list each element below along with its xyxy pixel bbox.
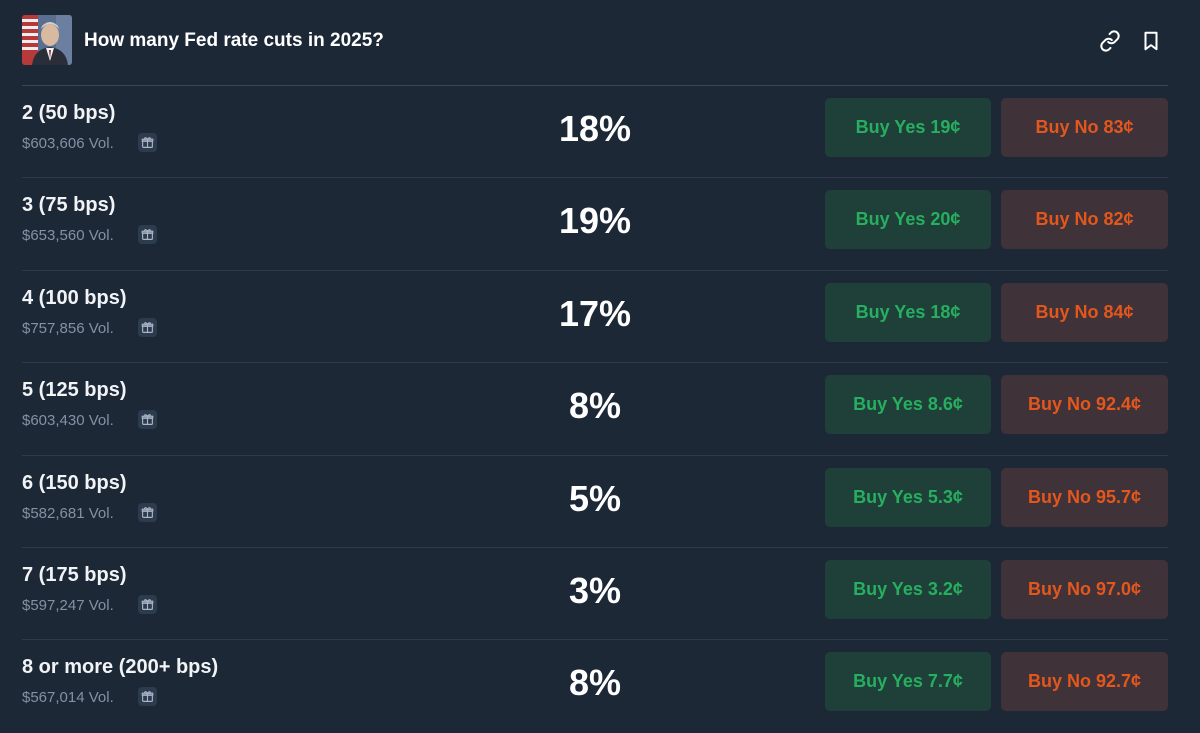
outcome-probability: 18%	[558, 108, 632, 149]
buy-yes-button[interactable]: Buy Yes 19¢	[825, 98, 991, 157]
outcome-label: 2 (50 bps)	[22, 102, 116, 124]
outcome-row: 7 (175 bps) $597,247 Vol. 3% Buy Yes 3.2…	[0, 548, 1200, 641]
buy-yes-button[interactable]: Buy Yes 20¢	[825, 190, 991, 250]
outcome-row: 5 (125 bps) $603,430 Vol. 8% Buy Yes 8.6…	[0, 363, 1200, 456]
outcome-row: 2 (50 bps) $603,606 Vol. 18% Buy Yes 19¢…	[0, 86, 1200, 179]
outcome-row: 6 (150 bps) $582,681 Vol. 5% Buy Yes 5.3…	[0, 456, 1200, 548]
outcome-probability: 8%	[568, 662, 622, 704]
outcome-label: 7 (175 bps)	[22, 563, 127, 586]
page-title: How many Fed rate cuts in 2025?	[84, 30, 384, 51]
gift-icon[interactable]	[138, 133, 157, 152]
outcome-volume: $603,606 Vol.	[22, 135, 114, 152]
outcome-volume: $603,430 Vol.	[22, 412, 114, 430]
market-avatar	[22, 15, 72, 65]
outcome-volume: $582,681 Vol.	[22, 504, 114, 522]
gift-icon[interactable]	[138, 225, 157, 245]
outcome-volume: $653,560 Vol.	[22, 227, 114, 245]
buy-no-button[interactable]: Buy No 82¢	[1001, 190, 1168, 250]
outcome-probability: 5%	[568, 477, 622, 519]
outcome-label: 3 (75 bps)	[22, 194, 116, 217]
buy-yes-button[interactable]: Buy Yes 3.2¢	[825, 559, 991, 619]
buy-yes-button[interactable]: Buy Yes 8.6¢	[825, 375, 991, 435]
gift-icon[interactable]	[138, 687, 157, 707]
outcome-label: 6 (150 bps)	[22, 471, 127, 494]
outcome-row: 4 (100 bps) $757,856 Vol. 17% Buy Yes 18…	[0, 271, 1200, 364]
bookmark-icon[interactable]	[1140, 30, 1162, 52]
buy-yes-button[interactable]: Buy Yes 7.7¢	[825, 652, 991, 712]
buy-no-button[interactable]: Buy No 97.0¢	[1001, 559, 1168, 619]
outcome-label: 4 (100 bps)	[22, 286, 127, 309]
buy-no-button[interactable]: Buy No 92.4¢	[1001, 375, 1168, 435]
outcome-row: 3 (75 bps) $653,560 Vol. 19% Buy Yes 20¢…	[0, 178, 1200, 271]
buy-yes-button[interactable]: Buy Yes 18¢	[825, 282, 991, 342]
gift-icon[interactable]	[138, 502, 157, 522]
market-header: How many Fed rate cuts in 2025?	[0, 0, 1200, 85]
buy-yes-button[interactable]: Buy Yes 5.3¢	[825, 467, 991, 527]
outcome-probability: 19%	[558, 200, 632, 242]
outcome-volume: $567,014 Vol.	[22, 689, 114, 707]
buy-no-button[interactable]: Buy No 92.7¢	[1001, 652, 1168, 712]
buy-no-button[interactable]: Buy No 84¢	[1001, 282, 1168, 342]
outcome-label: 5 (125 bps)	[22, 379, 127, 402]
outcome-list: 2 (50 bps) $603,606 Vol. 18% Buy Yes 19¢…	[0, 86, 1200, 733]
outcome-volume: $597,247 Vol.	[22, 596, 114, 614]
outcome-probability: 17%	[558, 292, 632, 334]
gift-icon[interactable]	[138, 594, 157, 614]
buy-no-button[interactable]: Buy No 83¢	[1001, 98, 1168, 157]
gift-icon[interactable]	[138, 410, 157, 430]
gift-icon[interactable]	[138, 317, 157, 337]
outcome-probability: 8%	[568, 385, 622, 427]
outcome-probability: 3%	[568, 569, 622, 611]
outcome-row: 8 or more (200+ bps) $567,014 Vol. 8% Bu…	[0, 640, 1200, 732]
outcome-label: 8 or more (200+ bps)	[22, 656, 219, 679]
outcome-volume: $757,856 Vol.	[22, 319, 114, 337]
buy-no-button[interactable]: Buy No 95.7¢	[1001, 467, 1168, 527]
link-icon[interactable]	[1099, 30, 1121, 52]
